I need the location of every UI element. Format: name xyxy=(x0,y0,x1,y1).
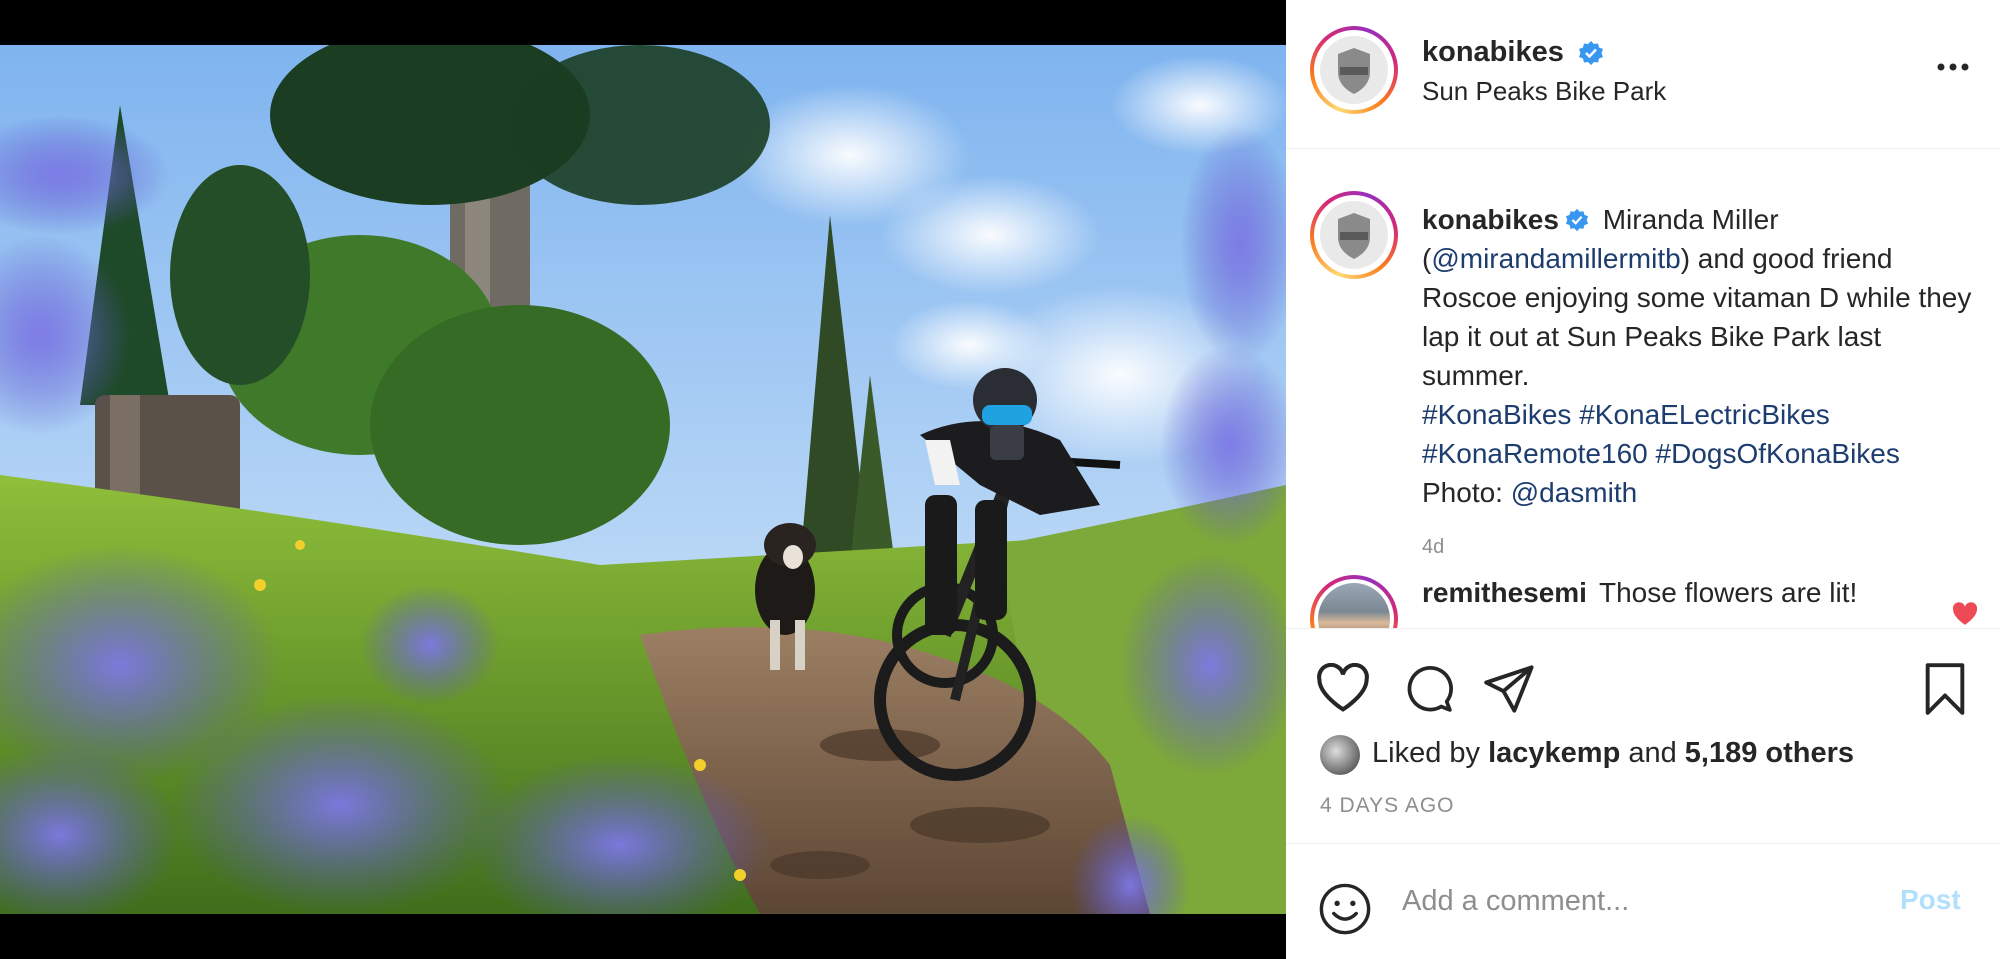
mention-link[interactable]: @dasmith xyxy=(1511,477,1637,508)
author-username[interactable]: konabikes xyxy=(1422,36,1564,69)
hashtag-link[interactable]: #KonaRemote160 xyxy=(1422,438,1648,469)
hashtag-link[interactable]: #KonaELectricBikes xyxy=(1579,399,1830,430)
emoji-smile-icon[interactable] xyxy=(1318,882,1372,936)
mention-link[interactable]: @mirandamillermitb xyxy=(1431,243,1680,274)
likes-summary: Liked by lacykemp and 5,189 others xyxy=(1372,737,1854,770)
post-side-panel: konabikes Sun Peaks Bike Park konabikes … xyxy=(1286,0,2000,959)
post-location[interactable]: Sun Peaks Bike Park xyxy=(1422,76,1666,107)
comments-section: konabikes Miranda Miller (@mirandamiller… xyxy=(1286,150,2000,628)
caption-username[interactable]: konabikes xyxy=(1422,204,1559,235)
likes-prefix: Liked by xyxy=(1372,737,1489,769)
post-photo-panel xyxy=(0,0,1286,959)
author-avatar[interactable] xyxy=(1310,26,1398,114)
comment-text: Those flowers are lit! xyxy=(1598,577,1858,608)
kona-logo-icon xyxy=(1320,201,1388,269)
paper-plane-icon[interactable] xyxy=(1484,665,1536,713)
comment: remithesemi Those flowers are lit! xyxy=(1422,577,1857,609)
heart-icon[interactable] xyxy=(1316,663,1370,713)
post-actions: Liked by lacykemp and 5,189 others 4 DAY… xyxy=(1286,628,2000,959)
add-comment-bar: Post xyxy=(1286,843,2000,959)
post-date[interactable]: 4 DAYS AGO xyxy=(1320,794,1455,818)
verified-badge-icon xyxy=(1579,41,1603,65)
comment-username[interactable]: remithesemi xyxy=(1422,577,1587,608)
verified-badge-icon xyxy=(1565,208,1589,231)
likes-count-link[interactable]: 5,189 others xyxy=(1685,737,1854,769)
post-comment-button[interactable]: Post xyxy=(1900,884,1961,916)
commenter-avatar[interactable] xyxy=(1310,575,1398,628)
photo-credit-label: Photo: xyxy=(1422,477,1511,508)
caption-author-avatar[interactable] xyxy=(1310,191,1398,279)
likes-middle: and xyxy=(1620,737,1685,769)
caption-timestamp[interactable]: 4d xyxy=(1422,536,1444,559)
hashtag-link[interactable]: #DogsOfKonaBikes xyxy=(1656,438,1900,469)
post-caption: konabikes Miranda Miller (@mirandamiller… xyxy=(1422,200,1982,512)
first-liker-link[interactable]: lacykemp xyxy=(1488,737,1620,769)
heart-filled-icon[interactable] xyxy=(1952,602,1978,626)
hashtag-link[interactable]: #KonaBikes xyxy=(1422,399,1571,430)
bookmark-icon[interactable] xyxy=(1922,663,1968,715)
liker-avatar[interactable] xyxy=(1320,735,1360,775)
comment-bubble-icon[interactable] xyxy=(1402,663,1456,713)
post-header: konabikes Sun Peaks Bike Park xyxy=(1286,0,2000,149)
kona-logo-icon xyxy=(1320,36,1388,104)
comment-input[interactable] xyxy=(1402,878,1842,924)
more-options-icon[interactable] xyxy=(1936,60,1970,74)
post-photo[interactable] xyxy=(0,45,1286,914)
